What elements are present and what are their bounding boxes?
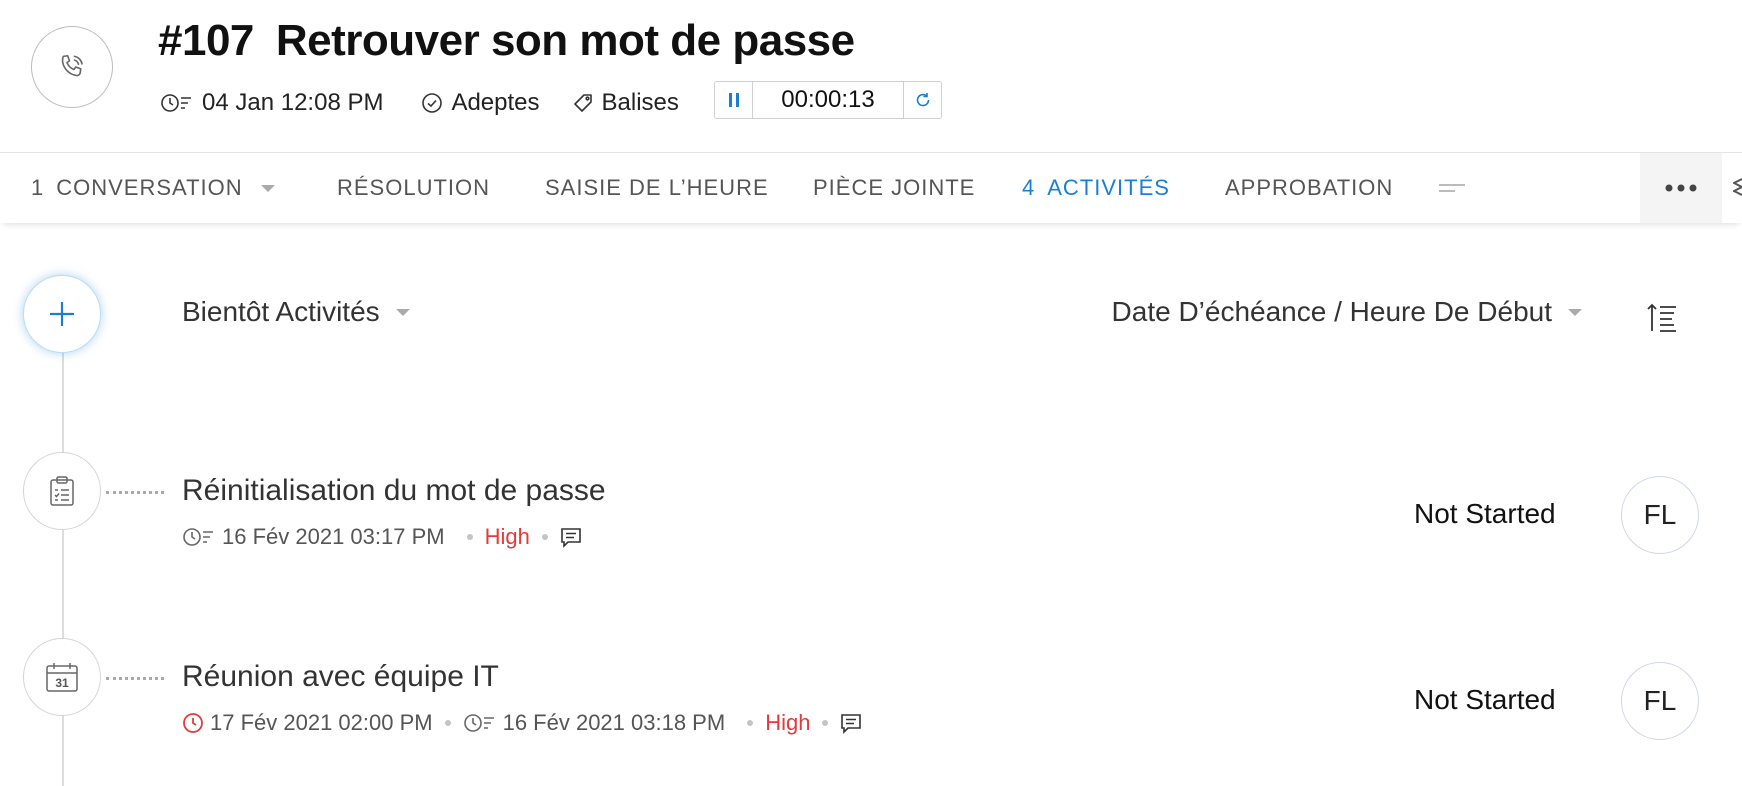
reset-timer-button[interactable] <box>904 82 941 118</box>
chevron-down-icon <box>395 308 410 316</box>
ticket-number: #107 <box>158 16 254 65</box>
tab-resolution[interactable]: RÉSOLUTION <box>337 153 490 223</box>
activity-title[interactable]: Réunion avec équipe IT <box>182 660 499 694</box>
sort-order-icon[interactable] <box>1646 302 1678 339</box>
tab-time-entry[interactable]: SAISIE DE L’HEURE <box>545 153 769 223</box>
time-tracker: 00:00:13 <box>714 81 942 119</box>
follow-button[interactable]: Adeptes <box>421 89 540 117</box>
activity-due-time: 17 Fév 2021 02:00 PM <box>210 710 433 735</box>
separator-dot <box>747 720 754 726</box>
separator-dot <box>822 720 829 726</box>
activity-created-time: 16 Fév 2021 03:17 PM <box>222 524 445 549</box>
task-icon <box>23 452 101 530</box>
avatar[interactable]: FL <box>1621 476 1699 554</box>
timeline-connector <box>106 491 164 494</box>
more-options-button[interactable] <box>1640 153 1722 223</box>
ticket-meta: 04 Jan 12:08 PM Adeptes Balises <box>160 86 679 120</box>
activity-created-time: 16 Fév 2021 03:18 PM <box>502 710 726 735</box>
tab-activities[interactable]: 4 ACTIVITÉS <box>1022 153 1170 223</box>
due-clock-icon <box>183 713 203 733</box>
tab-approval[interactable]: APPROBATION <box>1225 153 1393 223</box>
ticket-title: #107 Retrouver son mot de passe <box>158 16 855 66</box>
priority-label: High <box>765 710 811 735</box>
comment-icon[interactable] <box>560 526 582 548</box>
separator-dot <box>541 534 548 540</box>
activity-filter-dropdown[interactable]: Bientôt Activités <box>182 296 410 328</box>
tag-icon <box>573 94 592 112</box>
tags-button[interactable]: Balises <box>572 89 679 117</box>
ellipsis-icon <box>1665 184 1697 192</box>
chevron-down-icon <box>1568 308 1582 316</box>
sort-field-dropdown[interactable]: Date D’échéance / Heure De Début <box>1112 296 1582 328</box>
tab-conversation[interactable]: 1 CONVERSATION <box>31 153 275 223</box>
tab-attachment[interactable]: PIÈCE JOINTE <box>813 153 975 223</box>
check-circle-icon <box>422 93 443 113</box>
created-time: 04 Jan 12:08 PM <box>160 89 383 117</box>
pause-icon <box>728 93 739 107</box>
activity-title[interactable]: Réinitialisation du mot de passe <box>182 474 606 508</box>
channel-phone-icon <box>31 26 113 108</box>
ticket-subject[interactable]: Retrouver son mot de passe <box>276 16 855 65</box>
timer-display: 00:00:13 <box>752 82 904 118</box>
clock-list-icon <box>161 94 191 112</box>
separator-dot <box>444 720 451 726</box>
layers-icon[interactable] <box>1731 175 1742 206</box>
tab-overflow[interactable] <box>1437 153 1467 223</box>
chevron-down-icon <box>260 184 275 192</box>
clock-list-icon <box>463 714 494 732</box>
pause-button[interactable] <box>715 82 752 118</box>
ticket-header: #107 Retrouver son mot de passe 04 Jan 12… <box>0 0 1742 153</box>
calendar-icon: 31 <box>23 638 101 716</box>
separator-dot <box>466 534 473 540</box>
svg-text:31: 31 <box>55 676 69 690</box>
lines-icon <box>1439 184 1465 192</box>
priority-label: High <box>484 524 530 549</box>
timeline-line <box>62 352 64 786</box>
avatar[interactable]: FL <box>1621 662 1699 740</box>
add-activity-button[interactable] <box>23 275 101 353</box>
activity-meta: 16 Fév 2021 03:17 PM High <box>182 524 588 550</box>
refresh-icon <box>916 93 929 107</box>
clock-list-icon <box>183 528 213 546</box>
plus-icon <box>50 302 74 326</box>
tab-bar: 1 CONVERSATION RÉSOLUTION SAISIE DE L’HEU… <box>0 153 1742 223</box>
activity-meta: 17 Fév 2021 02:00 PM 16 Fév 2021 03:18 P… <box>182 710 868 736</box>
activity-status[interactable]: Not Started <box>1414 684 1556 716</box>
comment-icon[interactable] <box>840 712 862 734</box>
activity-status[interactable]: Not Started <box>1414 498 1556 530</box>
timeline-connector <box>106 677 164 680</box>
